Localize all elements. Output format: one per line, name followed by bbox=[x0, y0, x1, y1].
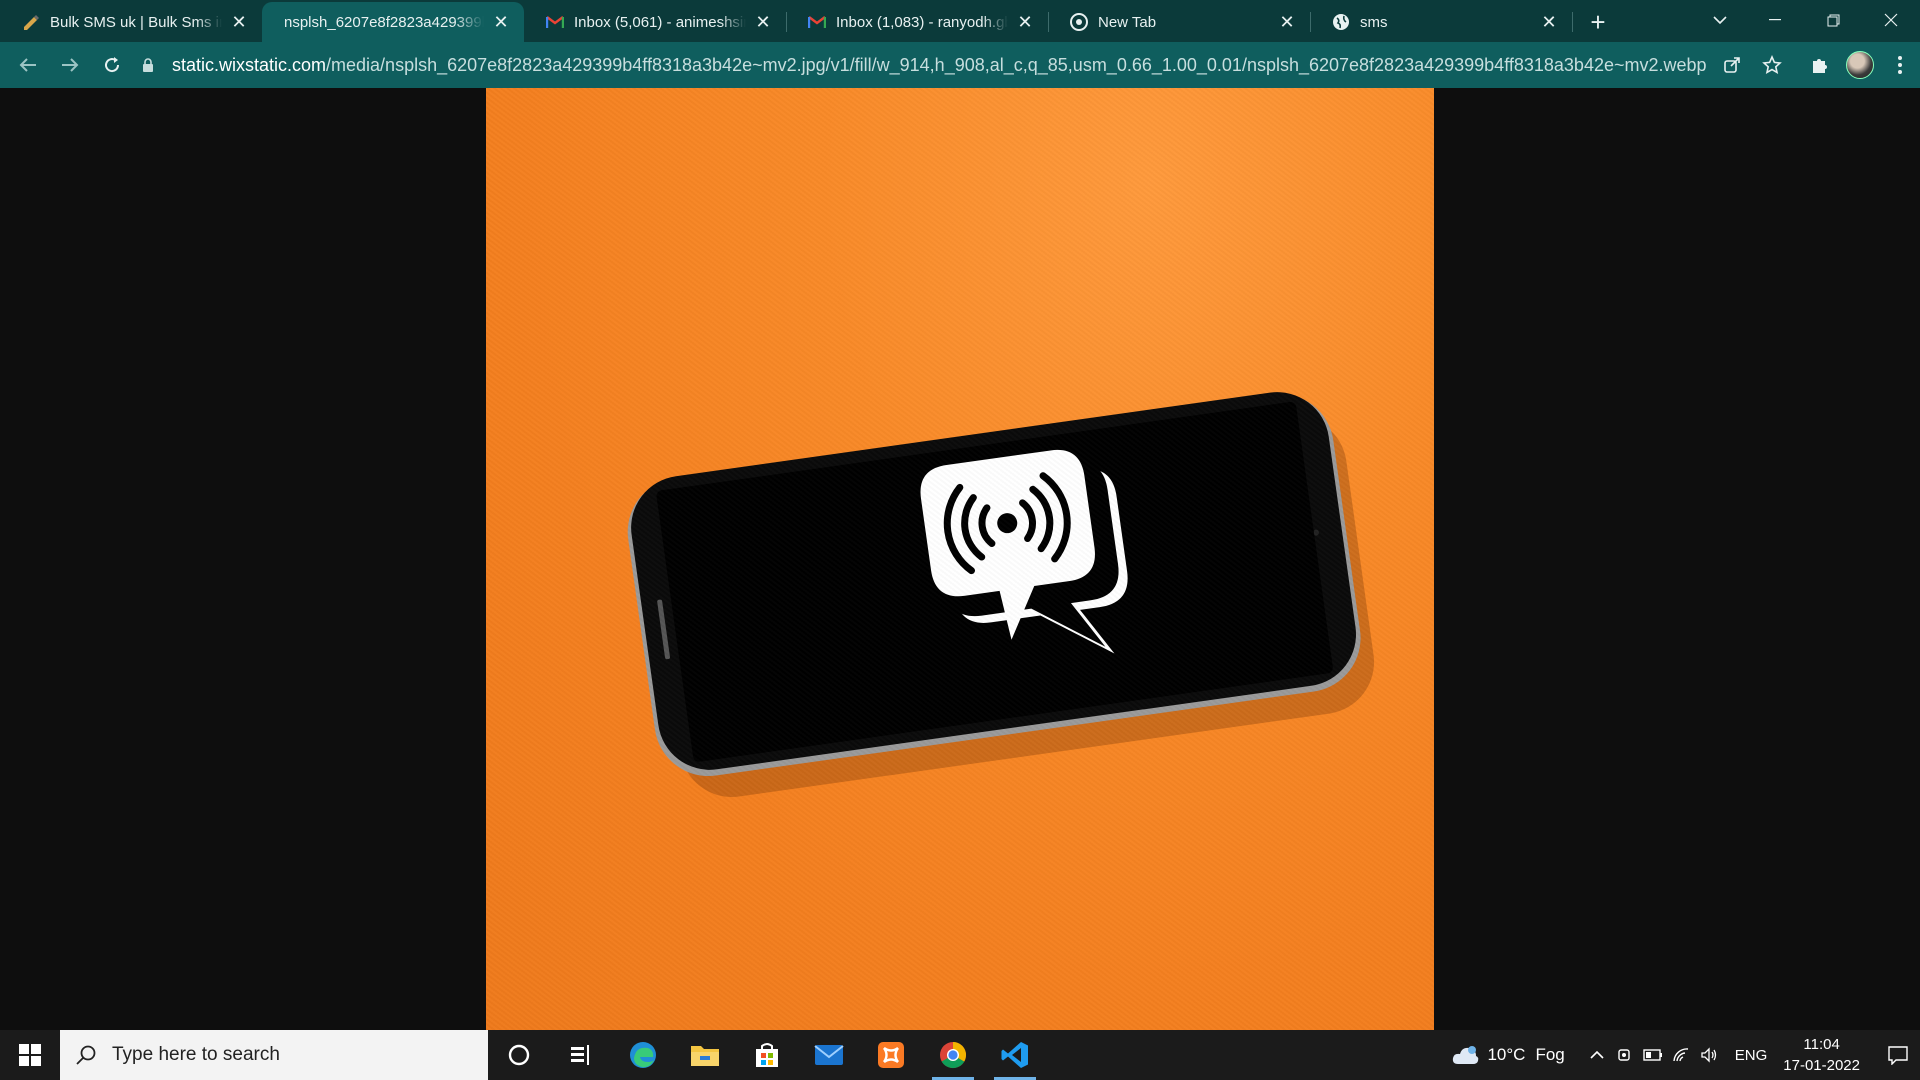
file-explorer-icon[interactable] bbox=[674, 1030, 736, 1080]
task-view-icon[interactable] bbox=[550, 1030, 612, 1080]
extensions-puzzle-icon[interactable] bbox=[1800, 45, 1840, 85]
phone-illustration bbox=[627, 392, 1375, 798]
minimize-icon[interactable] bbox=[1746, 0, 1804, 40]
close-tab-icon[interactable]: ✕ bbox=[1538, 11, 1560, 33]
weather-condition: Fog bbox=[1535, 1045, 1565, 1064]
tab-bulk-sms[interactable]: Bulk SMS uk | Bulk Sms in UK ✕ bbox=[0, 2, 263, 42]
chrome-icon[interactable] bbox=[922, 1030, 984, 1080]
mail-icon[interactable] bbox=[798, 1030, 860, 1080]
gmail-icon bbox=[808, 13, 826, 31]
chrome-icon bbox=[1070, 13, 1088, 31]
toolbar-actions bbox=[1712, 42, 1920, 88]
cortana-icon[interactable] bbox=[488, 1030, 550, 1080]
vscode-icon[interactable] bbox=[984, 1030, 1046, 1080]
tab-title: sms bbox=[1360, 13, 1388, 31]
browser-toolbar: static.wixstatic.com/media/nsplsh_6207e8… bbox=[0, 42, 1920, 88]
cloud-icon bbox=[1453, 1046, 1479, 1064]
tab-title: nsplsh_6207e8f2823a429399b4ff8318a3b42e bbox=[284, 13, 484, 31]
tab-strip: Bulk SMS uk | Bulk Sms in UK ✕ nsplsh_62… bbox=[0, 0, 1920, 42]
system-tray: 10°C Fog ENG 11:04 17-01-2022 bbox=[1451, 1030, 1920, 1080]
windows-taskbar: Type here to search 10°C Fog ENG 11:04 1… bbox=[0, 1030, 1920, 1080]
tab-new-tab[interactable]: New Tab ✕ bbox=[1048, 2, 1311, 42]
tab-sms[interactable]: sms ✕ bbox=[1310, 2, 1573, 42]
taskbar-search-input[interactable]: Type here to search bbox=[60, 1030, 488, 1080]
search-placeholder: Type here to search bbox=[112, 1044, 280, 1065]
windows-start-icon[interactable] bbox=[0, 1030, 60, 1080]
url-text: static.wixstatic.com/media/nsplsh_6207e8… bbox=[172, 55, 1707, 76]
close-tab-icon[interactable]: ✕ bbox=[490, 11, 512, 33]
close-window-icon[interactable] bbox=[1862, 0, 1920, 40]
gmail-icon bbox=[546, 13, 564, 31]
menu-kebab-icon[interactable] bbox=[1880, 45, 1920, 85]
page-viewport bbox=[0, 88, 1920, 1030]
reload-icon[interactable] bbox=[92, 45, 132, 85]
xampp-icon[interactable] bbox=[860, 1030, 922, 1080]
search-icon bbox=[76, 1045, 96, 1065]
edge-icon[interactable] bbox=[612, 1030, 674, 1080]
address-bar[interactable]: static.wixstatic.com/media/nsplsh_6207e8… bbox=[140, 49, 1740, 81]
back-arrow-icon[interactable] bbox=[8, 45, 48, 85]
new-tab-button[interactable]: + bbox=[1578, 2, 1618, 42]
lock-icon[interactable] bbox=[140, 57, 156, 73]
url-host: static.wixstatic.com bbox=[172, 54, 327, 75]
close-tab-icon[interactable]: ✕ bbox=[1276, 11, 1298, 33]
globe-icon bbox=[1332, 13, 1350, 31]
tab-title: Inbox (5,061) - animeshsingh bbox=[574, 13, 746, 31]
tab-title: Bulk SMS uk | Bulk Sms in UK bbox=[50, 13, 222, 31]
language-indicator[interactable]: ENG bbox=[1735, 1047, 1768, 1064]
share-icon[interactable] bbox=[1712, 45, 1752, 85]
sms-broadcast-icon bbox=[920, 449, 1128, 654]
microsoft-store-icon[interactable] bbox=[736, 1030, 798, 1080]
tab-image[interactable]: nsplsh_6207e8f2823a429399b4ff8318a3b42e … bbox=[262, 2, 524, 42]
battery-icon[interactable] bbox=[1639, 1030, 1667, 1080]
tab-inbox-ranyodh[interactable]: Inbox (1,083) - ranyodh.gbt ✕ bbox=[786, 2, 1049, 42]
url-path: /media/nsplsh_6207e8f2823a429399b4ff8318… bbox=[326, 54, 1707, 75]
wifi-icon[interactable] bbox=[1667, 1030, 1695, 1080]
system-clock[interactable]: 11:04 17-01-2022 bbox=[1783, 1034, 1860, 1076]
window-controls bbox=[1746, 0, 1920, 40]
displayed-image bbox=[486, 88, 1434, 1030]
tab-title: Inbox (1,083) - ranyodh.gbt bbox=[836, 13, 1008, 31]
profile-avatar[interactable] bbox=[1840, 45, 1880, 85]
notification-center-icon[interactable] bbox=[1876, 1030, 1920, 1080]
bookmark-star-icon[interactable] bbox=[1752, 45, 1792, 85]
clock-date: 17-01-2022 bbox=[1783, 1057, 1860, 1074]
volume-icon[interactable] bbox=[1695, 1030, 1723, 1080]
tab-search-chevron-icon[interactable] bbox=[1700, 0, 1740, 40]
restore-icon[interactable] bbox=[1804, 0, 1862, 40]
pencil-favicon-icon bbox=[22, 13, 40, 31]
meet-now-icon[interactable] bbox=[1611, 1030, 1639, 1080]
chevron-up-icon[interactable] bbox=[1583, 1030, 1611, 1080]
weather-temp: 10°C bbox=[1487, 1045, 1526, 1064]
weather-widget[interactable]: 10°C Fog bbox=[1451, 1044, 1565, 1066]
tab-title: New Tab bbox=[1098, 13, 1157, 31]
close-tab-icon[interactable]: ✕ bbox=[1014, 11, 1036, 33]
clock-time: 11:04 bbox=[1803, 1036, 1840, 1053]
tab-inbox-animesh[interactable]: Inbox (5,061) - animeshsingh ✕ bbox=[524, 2, 787, 42]
close-tab-icon[interactable]: ✕ bbox=[228, 11, 250, 33]
forward-arrow-icon[interactable] bbox=[50, 45, 90, 85]
close-tab-icon[interactable]: ✕ bbox=[752, 11, 774, 33]
